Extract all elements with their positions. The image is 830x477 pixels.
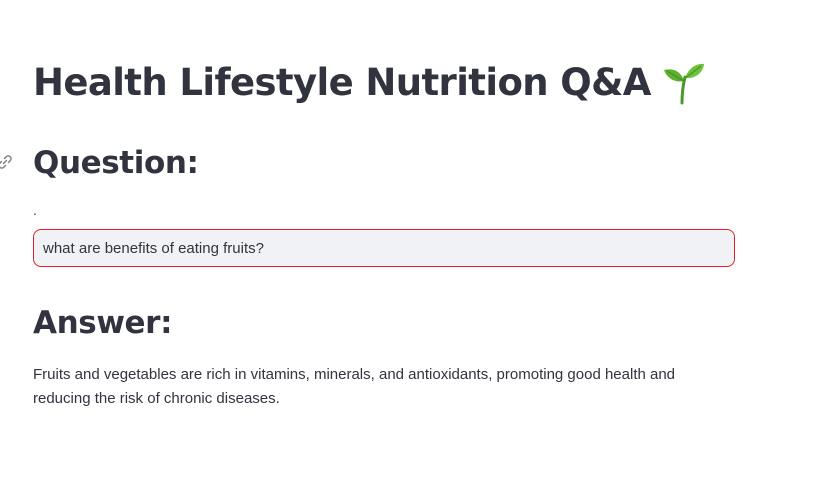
- seedling-icon: [663, 63, 704, 105]
- title-row: Health Lifestyle Nutrition Q&A: [33, 56, 705, 110]
- link-icon[interactable]: [0, 153, 14, 171]
- answer-heading: Answer:: [33, 305, 173, 341]
- answer-text: Fruits and vegetables are rich in vitami…: [33, 366, 676, 407]
- question-input-label: .: [33, 202, 37, 218]
- question-input[interactable]: [43, 239, 725, 257]
- question-heading: Question:: [33, 145, 199, 181]
- page-title: Health Lifestyle Nutrition Q&A: [33, 61, 651, 104]
- question-input-container[interactable]: [33, 229, 735, 267]
- app-page: Health Lifestyle Nutrition Q&A Question:…: [0, 0, 830, 477]
